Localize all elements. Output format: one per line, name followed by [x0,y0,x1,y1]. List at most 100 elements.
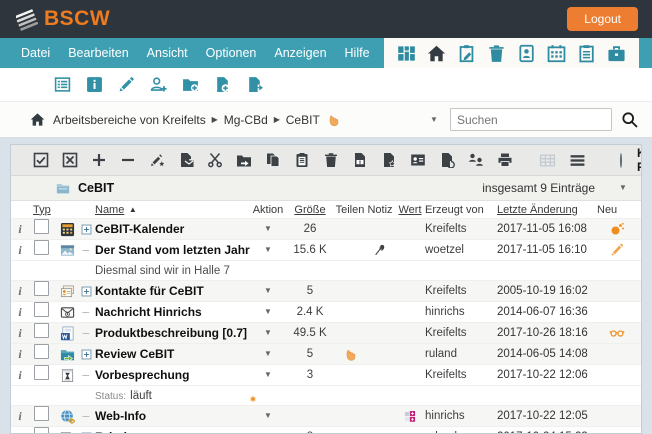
rate-icon[interactable] [381,152,397,168]
info-icon[interactable] [86,76,103,93]
breadcrumb-workspaces[interactable]: Arbeitsbereiche von Kreifelts [53,113,206,127]
briefcase-icon[interactable] [607,44,626,63]
action-menu-caret-icon[interactable]: ▼ [262,307,274,317]
menu-hilfe[interactable]: Hilfe [336,38,379,68]
contacts-object-icon[interactable] [60,284,75,299]
expand-icon[interactable] [91,152,107,168]
address-book-icon[interactable] [517,44,536,63]
row-checkbox[interactable] [34,219,49,239]
action-menu-caret-icon[interactable]: ▼ [262,245,274,255]
row-info-icon[interactable]: i [15,305,25,319]
calendar-icon[interactable] [547,44,566,63]
column-name[interactable]: Name [95,204,124,216]
breadcrumb-cebit[interactable]: CeBIT [286,113,320,127]
link-icon[interactable] [236,152,252,168]
search-input[interactable] [450,108,612,131]
action-menu-caret-icon[interactable]: ▼ [262,328,274,338]
row-info-icon[interactable]: i [15,284,25,298]
action-menu-caret-icon[interactable]: ▼ [262,224,274,234]
expander-icon[interactable] [81,224,92,235]
details-icon[interactable] [54,76,71,93]
discussion-object-icon[interactable] [60,430,75,434]
paste-icon[interactable] [294,152,310,168]
breadcrumb-mg-cbd[interactable]: Mg-CBd [224,113,268,127]
menu-anzeigen[interactable]: Anzeigen [265,38,335,68]
send-icon[interactable] [178,152,194,168]
row-info-icon[interactable]: i [15,326,25,340]
search-icon[interactable] [621,111,638,128]
trash-icon[interactable] [487,44,506,63]
read-icon[interactable] [609,325,625,341]
tasks-icon[interactable] [577,44,596,63]
add-folder-icon[interactable] [182,76,199,93]
row-info-icon[interactable]: i [15,368,25,382]
column-typ[interactable]: Typ [29,204,81,216]
column-letzte-aenderung[interactable]: Letzte Änderung [497,204,593,216]
row-info-icon[interactable]: i [15,409,25,423]
home-icon[interactable] [30,112,45,127]
bscw-logo[interactable]: BSCW [16,7,110,31]
community-icon[interactable] [468,152,484,168]
menu-ansicht[interactable]: Ansicht [138,38,197,68]
menu-bearbeiten[interactable]: Bearbeiten [59,38,137,68]
row-info-icon[interactable]: i [15,347,25,361]
copy-icon[interactable] [265,152,281,168]
folder-name[interactable]: CeBIT [78,181,114,195]
row-info-icon[interactable]: i [15,222,25,236]
delete-icon[interactable] [323,152,339,168]
add-document-icon[interactable] [214,76,231,93]
action-menu-caret-icon[interactable]: ▼ [262,286,274,296]
row-checkbox[interactable] [34,323,49,343]
action-menu-caret-icon[interactable]: ▼ [262,411,274,421]
row-checkbox[interactable] [34,365,49,385]
add-member-icon[interactable] [150,76,167,93]
calendar-object-icon[interactable] [60,222,75,237]
object-name-link[interactable]: Vorbesprechung [95,368,251,382]
object-name-link[interactable]: Kontakte für CeBIT [95,284,251,298]
edit-star-icon[interactable] [149,152,165,168]
menu-datei[interactable]: Datei [12,38,59,68]
column-groesse[interactable]: Größe [294,204,325,216]
row-checkbox[interactable] [34,281,49,301]
row-checkbox[interactable] [34,406,49,426]
address-icon[interactable] [410,152,426,168]
object-name-link[interactable]: Produktbeschreibung [0.7] [95,326,251,340]
table-view-icon[interactable] [539,152,556,169]
shared-hand-icon[interactable] [343,346,358,362]
modified-icon[interactable] [609,242,625,258]
document-object-icon[interactable] [60,326,75,341]
object-name-link[interactable]: Der Stand vom letzten Jahr [95,243,251,257]
object-name-link[interactable]: Web-Info [95,409,251,423]
row-checkbox[interactable] [34,344,49,364]
expander-icon[interactable] [81,286,92,297]
action-menu-caret-icon[interactable]: ▼ [262,349,274,359]
image-object-icon[interactable] [60,243,75,258]
folder-menu-caret-icon[interactable]: ▼ [617,183,629,193]
print-icon[interactable] [497,152,513,168]
url-object-icon[interactable] [60,409,75,424]
archive-icon[interactable] [352,152,368,168]
cut-icon[interactable] [207,152,223,168]
deselect-all-icon[interactable] [62,152,78,168]
object-name-link[interactable]: Review CeBIT [95,347,251,361]
notes-icon[interactable] [457,44,476,63]
new-event-icon[interactable] [609,221,625,237]
convert-icon[interactable] [439,152,455,168]
list-view-icon[interactable] [569,152,586,169]
row-checkbox[interactable] [34,240,49,260]
search-scope-caret-icon[interactable]: ▼ [428,115,440,125]
home-icon[interactable] [427,44,446,63]
object-name-link[interactable]: Nachricht Hinrichs [95,305,251,319]
object-name-link[interactable]: CeBIT-Kalender [95,222,251,236]
column-wert[interactable]: Wert [398,204,421,216]
apps-grid-icon[interactable] [397,44,416,63]
select-all-icon[interactable] [33,152,49,168]
collapse-icon[interactable] [120,152,136,168]
row-checkbox[interactable] [34,302,49,322]
action-menu-caret-icon[interactable]: ▼ [262,370,274,380]
row-info-icon[interactable]: i [15,243,25,257]
shared-folder-object-icon[interactable] [60,347,75,362]
appointment-object-icon[interactable] [60,368,75,383]
edit-icon[interactable] [118,76,135,93]
filter-radio[interactable] [620,153,622,168]
